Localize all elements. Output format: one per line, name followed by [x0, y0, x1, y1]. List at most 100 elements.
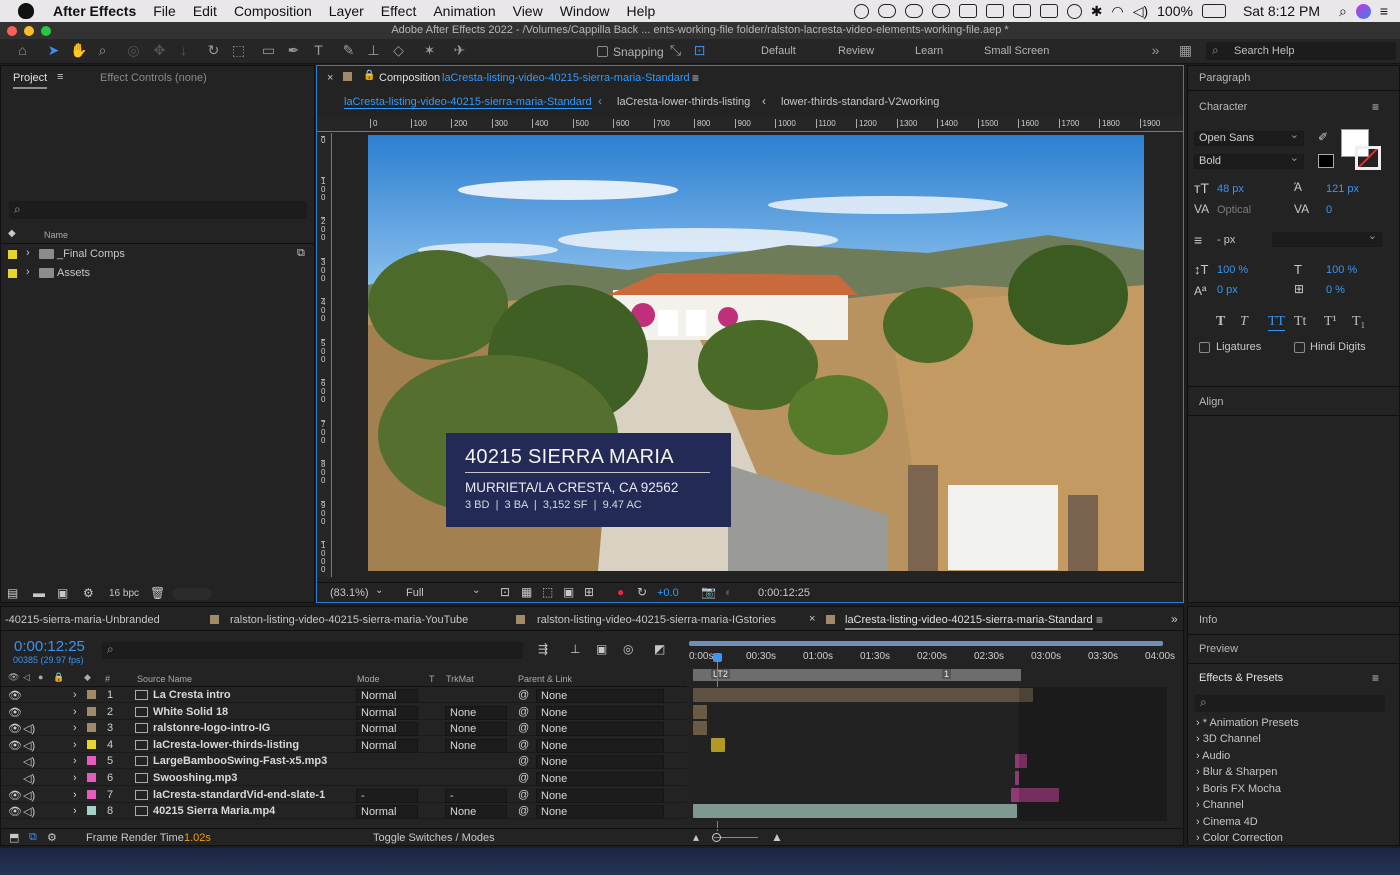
- hand-tool-icon[interactable]: ✋: [70, 43, 87, 58]
- selection-tool-icon[interactable]: ➤: [46, 43, 61, 58]
- effects-item-blur-sharpen[interactable]: › Blur & Sharpen: [1196, 766, 1277, 778]
- wifi-icon[interactable]: ◠: [1111, 3, 1123, 20]
- eye-icon[interactable]: 👁: [8, 805, 22, 818]
- chevron-down-icon[interactable]: ⌄: [472, 585, 480, 596]
- parent-select[interactable]: None: [536, 788, 664, 803]
- layer-duration-bar[interactable]: [711, 737, 725, 752]
- effects-item-audio[interactable]: › Audio: [1196, 750, 1230, 762]
- comp-tab-name[interactable]: laCresta-listing-video-40215-sierra-mari…: [442, 72, 690, 84]
- audio-icon[interactable]: ◁): [23, 805, 35, 818]
- effects-presets-header[interactable]: Effects & Presets: [1199, 672, 1283, 684]
- frame-blending-icon[interactable]: ◎: [623, 642, 633, 656]
- layer-duration-bar[interactable]: [693, 688, 1033, 702]
- mask-visibility-icon[interactable]: ⬚: [542, 585, 553, 599]
- mode-select[interactable]: Normal: [356, 722, 418, 737]
- snapping-checkbox[interactable]: [597, 46, 608, 57]
- cloud-icon[interactable]: [877, 4, 896, 18]
- eye-icon[interactable]: 👁: [8, 689, 22, 702]
- grid-icon[interactable]: ⊞: [584, 585, 594, 599]
- hindi-digits-checkbox[interactable]: [1294, 342, 1305, 353]
- guides-icon[interactable]: ▣: [563, 585, 574, 599]
- comp-mini-flowchart-icon[interactable]: ⇶: [538, 642, 548, 656]
- snapshot-icon[interactable]: 📷: [701, 585, 716, 599]
- tracking-value[interactable]: 0: [1326, 204, 1332, 216]
- pickwhip-icon[interactable]: @: [518, 772, 529, 784]
- trkmat-select[interactable]: -: [445, 788, 507, 803]
- trkmat-select[interactable]: None: [445, 805, 507, 820]
- font-size-value[interactable]: 48 px: [1217, 183, 1244, 195]
- panel-menu-icon[interactable]: ≡: [1372, 671, 1379, 685]
- eye-icon[interactable]: 👁: [8, 706, 22, 719]
- spotlight-icon[interactable]: ⌕: [1339, 3, 1347, 20]
- new-folder-icon[interactable]: ▬: [33, 586, 45, 600]
- effects-item-animation-presets[interactable]: › * Animation Presets: [1196, 717, 1299, 729]
- motion-blur-footer-icon[interactable]: ⧉: [29, 831, 37, 844]
- snap-icon[interactable]: ⤡: [668, 43, 683, 58]
- layer-row[interactable]: 👁 ◁) › 8 40215 Sierra Maria.mp4 Normal None @ No…: [1, 803, 687, 820]
- pickwhip-icon[interactable]: @: [518, 722, 529, 734]
- stroke-color-swatch[interactable]: [1355, 146, 1381, 170]
- effects-item-3d-channel[interactable]: › 3D Channel: [1196, 733, 1261, 745]
- expand-arrow-icon[interactable]: ›: [73, 789, 77, 801]
- trkmat-select[interactable]: None: [445, 705, 507, 720]
- project-menu-icon[interactable]: ≡: [57, 71, 63, 83]
- parent-select[interactable]: None: [536, 722, 664, 737]
- parent-select[interactable]: None: [536, 805, 664, 820]
- stroke-type-select[interactable]: [1272, 230, 1382, 247]
- kerning-value[interactable]: Optical: [1217, 204, 1251, 216]
- work-area-bar[interactable]: [689, 641, 1163, 646]
- pickwhip-icon[interactable]: @: [518, 755, 529, 767]
- clock[interactable]: Sat 8:12 PM: [1243, 3, 1320, 19]
- close-tab-icon[interactable]: ×: [809, 613, 815, 625]
- brush-tool-icon[interactable]: ✎: [341, 43, 356, 58]
- layer-row[interactable]: 👁 › 1 La Cresta intro Normal @ None: [1, 687, 687, 703]
- reset-exposure-icon[interactable]: ↻: [637, 585, 647, 599]
- pickwhip-icon[interactable]: @: [518, 706, 529, 718]
- layer-duration-bar[interactable]: [693, 704, 707, 719]
- battery-percent[interactable]: 100%: [1157, 3, 1193, 19]
- resolution-select[interactable]: Full: [406, 587, 424, 599]
- expand-arrow-icon[interactable]: ›: [73, 689, 77, 701]
- expand-arrow-icon[interactable]: ›: [73, 755, 77, 767]
- mode-select[interactable]: Normal: [356, 689, 418, 703]
- info-header[interactable]: Info: [1199, 614, 1217, 626]
- stroke-width-value[interactable]: - px: [1217, 234, 1235, 246]
- rotate-tool-icon[interactable]: ↻: [206, 43, 221, 58]
- workspace-default[interactable]: Default: [761, 45, 796, 57]
- puppet-tool-icon[interactable]: ✈: [452, 43, 467, 58]
- channels-icon[interactable]: ●: [617, 585, 624, 599]
- battery-icon[interactable]: [1201, 4, 1226, 18]
- menu-effect[interactable]: Effect: [381, 3, 417, 19]
- timeline-overflow-icon[interactable]: »: [1171, 612, 1178, 626]
- chevron-down-icon[interactable]: ⌄: [375, 585, 383, 596]
- effects-search-field[interactable]: ⌕: [1195, 695, 1385, 712]
- col-name[interactable]: Name: [44, 230, 68, 240]
- parent-select[interactable]: None: [536, 705, 664, 720]
- menu-animation[interactable]: Animation: [433, 3, 495, 19]
- close-tab-icon[interactable]: ×: [327, 72, 333, 84]
- layer-row[interactable]: 👁 ◁) › 4 laCresta-lower-thirds-listing Normal…: [1, 737, 687, 753]
- layer-name[interactable]: laCresta-lower-thirds-listing: [153, 739, 299, 751]
- layer-name[interactable]: White Solid 18: [153, 706, 228, 718]
- pickwhip-icon[interactable]: @: [518, 805, 529, 817]
- interpret-footage-icon[interactable]: ▤: [7, 586, 18, 600]
- draft-3d-icon[interactable]: ⊥: [570, 642, 580, 656]
- parent-select[interactable]: None: [536, 772, 664, 786]
- tab-youtube[interactable]: ralston-listing-video-40215-sierra-maria…: [230, 614, 468, 626]
- lock-icon[interactable]: 🔒: [53, 672, 64, 683]
- parent-select[interactable]: None: [536, 738, 664, 753]
- trkmat-select[interactable]: None: [445, 722, 507, 737]
- eye-icon[interactable]: 👁: [8, 789, 22, 802]
- pen-tool-icon[interactable]: ✒: [286, 43, 301, 58]
- menu-layer[interactable]: Layer: [329, 3, 364, 19]
- type-tool-icon[interactable]: T: [311, 43, 326, 58]
- expand-arrow-icon[interactable]: ›: [73, 739, 77, 751]
- layer-name[interactable]: 40215 Sierra Maria.mp4: [153, 805, 275, 817]
- pickwhip-icon[interactable]: @: [518, 789, 529, 801]
- current-time[interactable]: 0:00:12:25: [14, 638, 85, 655]
- layer-row[interactable]: 👁 ◁) › 7 laCresta-standardVid-end-slate-1- - @…: [1, 787, 687, 803]
- vertical-scale-value[interactable]: 100 %: [1217, 264, 1248, 276]
- audio-icon[interactable]: ◁): [23, 755, 35, 768]
- pickwhip-icon[interactable]: @: [518, 689, 529, 701]
- menu-composition[interactable]: Composition: [234, 3, 312, 19]
